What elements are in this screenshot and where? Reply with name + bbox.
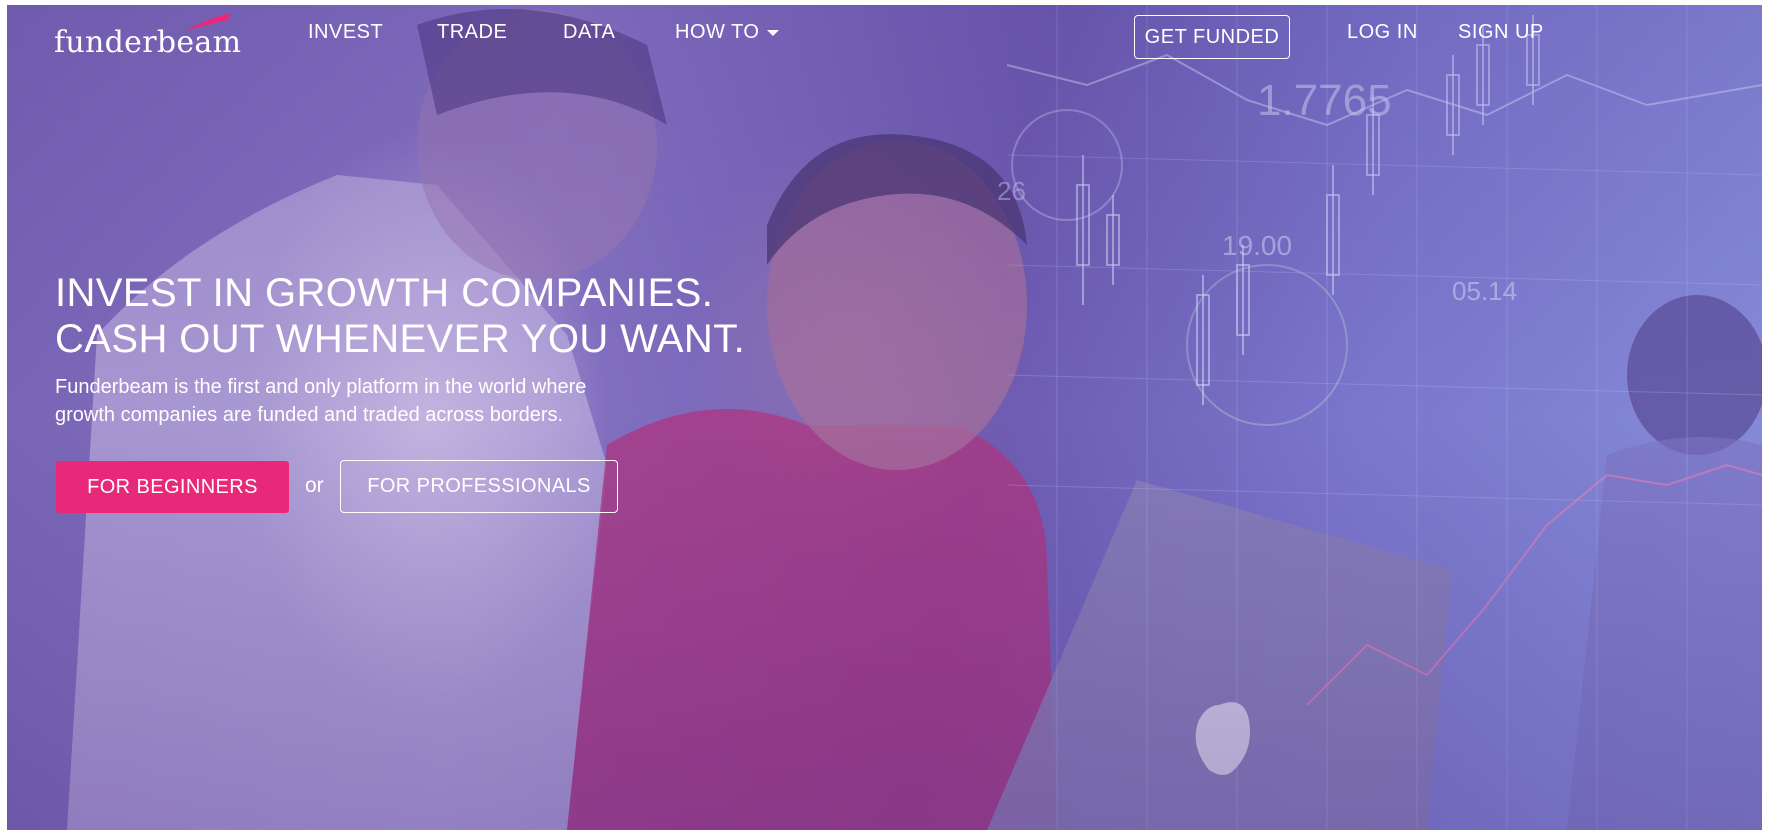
get-funded-button[interactable]: GET FUNDED [1134,15,1290,59]
for-professionals-button[interactable]: FOR PROFESSIONALS [340,460,618,513]
caret-down-icon [767,29,780,36]
nav-trade[interactable]: TRADE [437,21,507,44]
ticker-value-4: 26 [997,176,1026,206]
hero-section: 1.7765 19.00 05.14 26 funderbeam INVEST … [7,5,1762,830]
nav-log-in[interactable]: LOG IN [1347,21,1418,44]
ticker-value-2: 19.00 [1222,230,1292,261]
hero-headline-line-2: CASH OUT WHENEVER YOU WANT. [55,317,746,361]
hero-headline-line-1: INVEST IN GROWTH COMPANIES. [55,271,714,315]
logo-swoosh-icon [184,13,230,31]
ticker-value-1: 1.7765 [1257,76,1392,125]
nav-how-to-label: HOW TO [675,21,760,43]
or-separator: or [305,474,324,497]
nav-how-to[interactable]: HOW TO [675,21,780,44]
ticker-value-3: 05.14 [1452,276,1517,306]
hero-description-line-1: Funderbeam is the first and only platfor… [55,376,587,398]
hero-description: Funderbeam is the first and only platfor… [55,373,715,429]
nav-sign-up[interactable]: SIGN UP [1458,21,1544,44]
for-beginners-button[interactable]: FOR BEGINNERS [56,461,289,513]
hero-description-line-2: growth companies are funded and traded a… [55,404,564,426]
nav-invest[interactable]: INVEST [308,21,383,44]
hero-headline: INVEST IN GROWTH COMPANIES. CASH OUT WHE… [55,270,745,362]
nav-data[interactable]: DATA [563,21,615,44]
